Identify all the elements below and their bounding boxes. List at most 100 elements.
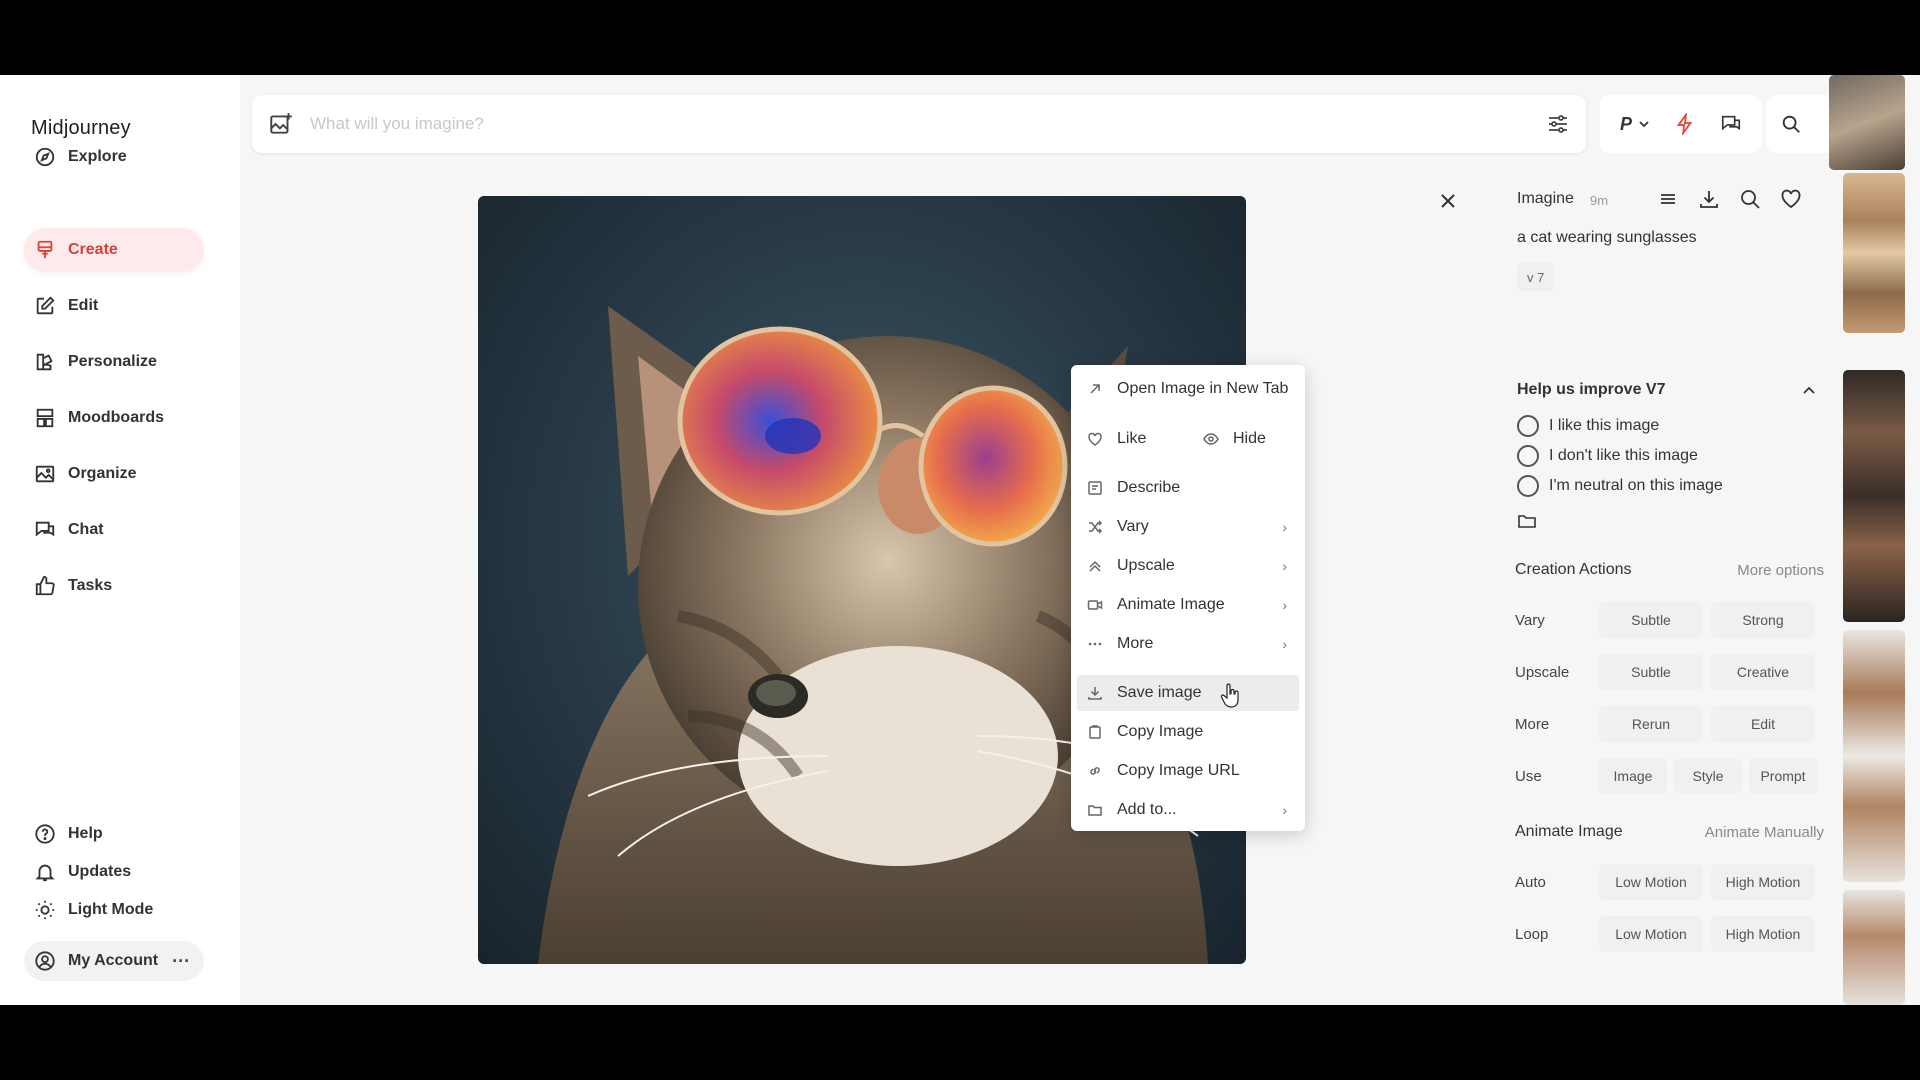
menu-lines-icon[interactable]: [1656, 187, 1680, 211]
brush-icon: [37, 240, 53, 259]
menu-item-label: Copy Image URL: [1117, 762, 1240, 779]
menu-item-describe[interactable]: Describe: [1077, 470, 1299, 506]
menu-item-label: Describe: [1117, 479, 1181, 496]
auto-high-motion-button[interactable]: High Motion: [1711, 864, 1815, 900]
sidebar-item-organize[interactable]: Organize: [24, 452, 204, 496]
chevron-right-icon: ›: [1282, 597, 1287, 613]
sidebar-item-updates[interactable]: Updates: [24, 855, 204, 889]
user-circle-icon: [35, 951, 55, 971]
pencil-square-icon: [36, 296, 55, 315]
vary-row-label: Vary: [1515, 612, 1545, 629]
sidebar-item-explore[interactable]: Explore: [24, 135, 204, 179]
thumbnail-image[interactable]: [1843, 370, 1905, 622]
sidebar-item-label: Light Mode: [68, 901, 154, 918]
animate-manually-link[interactable]: Animate Manually: [1705, 824, 1824, 841]
folder-icon[interactable]: [1517, 511, 1537, 531]
job-type-label: Imagine: [1517, 190, 1574, 207]
edit-button[interactable]: Edit: [1711, 706, 1815, 742]
thumbnail-image[interactable]: [1843, 890, 1905, 1005]
compass-icon: [35, 147, 55, 167]
chevron-right-icon: ›: [1282, 519, 1287, 535]
sidebar-item-help[interactable]: Help: [24, 817, 204, 851]
prompt-text[interactable]: a cat wearing sunglasses: [1517, 229, 1697, 247]
add-image-icon[interactable]: [268, 111, 294, 137]
personalize-dropdown[interactable]: P: [1620, 114, 1650, 135]
menu-item-hide[interactable]: Hide: [1203, 421, 1266, 457]
menu-item-add-to[interactable]: Add to... ›: [1077, 792, 1299, 828]
vary-strong-button[interactable]: Strong: [1711, 602, 1815, 638]
use-prompt-button[interactable]: Prompt: [1749, 758, 1817, 794]
sidebar-item-personalize[interactable]: Personalize: [24, 340, 204, 384]
menu-item-label: Vary: [1117, 518, 1149, 535]
lightning-icon[interactable]: [1674, 113, 1696, 135]
more-options-link[interactable]: More options: [1737, 562, 1824, 579]
sidebar-item-label: Organize: [68, 465, 137, 482]
feedback-option-label: I'm neutral on this image: [1549, 477, 1723, 494]
sidebar-item-edit[interactable]: Edit: [24, 284, 204, 328]
eye-icon: [1203, 433, 1219, 445]
version-badge: v 7: [1517, 263, 1555, 291]
letterbox-top: [0, 0, 1920, 75]
prompt-input[interactable]: [310, 114, 1490, 134]
loop-low-motion-button[interactable]: Low Motion: [1599, 916, 1703, 952]
menu-item-label: Hide: [1233, 430, 1266, 447]
menu-item-upscale[interactable]: Upscale ›: [1077, 548, 1299, 584]
settings-sliders-icon[interactable]: [1546, 112, 1570, 136]
heart-icon[interactable]: [1779, 187, 1803, 211]
sidebar-item-tasks[interactable]: Tasks: [24, 564, 204, 608]
use-image-button[interactable]: Image: [1599, 758, 1667, 794]
sidebar-item-label: Tasks: [68, 577, 113, 594]
menu-item-copy-image-url[interactable]: Copy Image URL: [1077, 753, 1299, 789]
thumbnail-image[interactable]: [1843, 173, 1905, 333]
prompt-bar: [252, 95, 1586, 153]
radio-button[interactable]: [1517, 475, 1539, 497]
folder-icon: [1088, 805, 1102, 816]
search-icon[interactable]: [1738, 187, 1762, 211]
shuffle-icon: [1089, 520, 1103, 534]
upscale-subtle-button[interactable]: Subtle: [1599, 654, 1703, 690]
download-icon[interactable]: [1697, 187, 1721, 211]
feedback-option-neutral[interactable]: I'm neutral on this image: [1517, 475, 1723, 497]
loop-high-motion-button[interactable]: High Motion: [1711, 916, 1815, 952]
chevron-right-icon: ›: [1282, 636, 1287, 652]
chevron-up-icon[interactable]: [1801, 383, 1817, 399]
menu-item-save-image[interactable]: Save image: [1077, 675, 1299, 711]
menu-item-copy-image[interactable]: Copy Image: [1077, 714, 1299, 750]
menu-item-like[interactable]: Like: [1087, 421, 1146, 457]
my-account-button[interactable]: My Account ···: [24, 941, 204, 981]
auto-low-motion-button[interactable]: Low Motion: [1599, 864, 1703, 900]
rerun-button[interactable]: Rerun: [1599, 706, 1703, 742]
account-more-button[interactable]: ···: [172, 951, 190, 972]
sidebar-item-light-mode[interactable]: Light Mode: [24, 893, 204, 927]
context-menu: Open Image in New Tab Like Hide Describe…: [1071, 365, 1305, 831]
chat-bubbles-icon[interactable]: [1720, 113, 1742, 135]
vary-subtle-button[interactable]: Subtle: [1599, 602, 1703, 638]
app-window: Midjourney Explore Create Edit Personali…: [0, 75, 1920, 1005]
heart-icon: [1088, 432, 1102, 446]
radio-button[interactable]: [1517, 445, 1539, 467]
sidebar-item-moodboards[interactable]: Moodboards: [24, 396, 204, 440]
sidebar-item-create[interactable]: Create: [24, 228, 204, 272]
radio-button[interactable]: [1517, 415, 1539, 437]
search-icon[interactable]: [1780, 113, 1802, 135]
animate-image-title: Animate Image: [1515, 823, 1623, 840]
upscale-creative-button[interactable]: Creative: [1711, 654, 1815, 690]
menu-item-open-new-tab[interactable]: Open Image in New Tab: [1077, 371, 1299, 407]
thumbnail-image[interactable]: [1829, 75, 1905, 170]
menu-item-label: Like: [1117, 430, 1147, 447]
download-icon: [1088, 687, 1102, 700]
more-row-label: More: [1515, 716, 1550, 733]
menu-item-label: Add to...: [1117, 801, 1177, 818]
thumbnail-image[interactable]: [1843, 630, 1905, 882]
sidebar-item-label: Help: [68, 825, 103, 842]
close-icon[interactable]: [1436, 189, 1460, 213]
menu-item-more[interactable]: More ›: [1077, 626, 1299, 662]
sidebar-item-chat[interactable]: Chat: [24, 508, 204, 552]
feedback-option-like[interactable]: I like this image: [1517, 415, 1659, 437]
menu-item-label: Animate Image: [1117, 596, 1225, 613]
menu-item-animate-image[interactable]: Animate Image ›: [1077, 587, 1299, 623]
menu-item-vary[interactable]: Vary ›: [1077, 509, 1299, 545]
feedback-option-dislike[interactable]: I don't like this image: [1517, 445, 1698, 467]
menu-item-label: Save image: [1117, 684, 1202, 701]
use-style-button[interactable]: Style: [1674, 758, 1742, 794]
